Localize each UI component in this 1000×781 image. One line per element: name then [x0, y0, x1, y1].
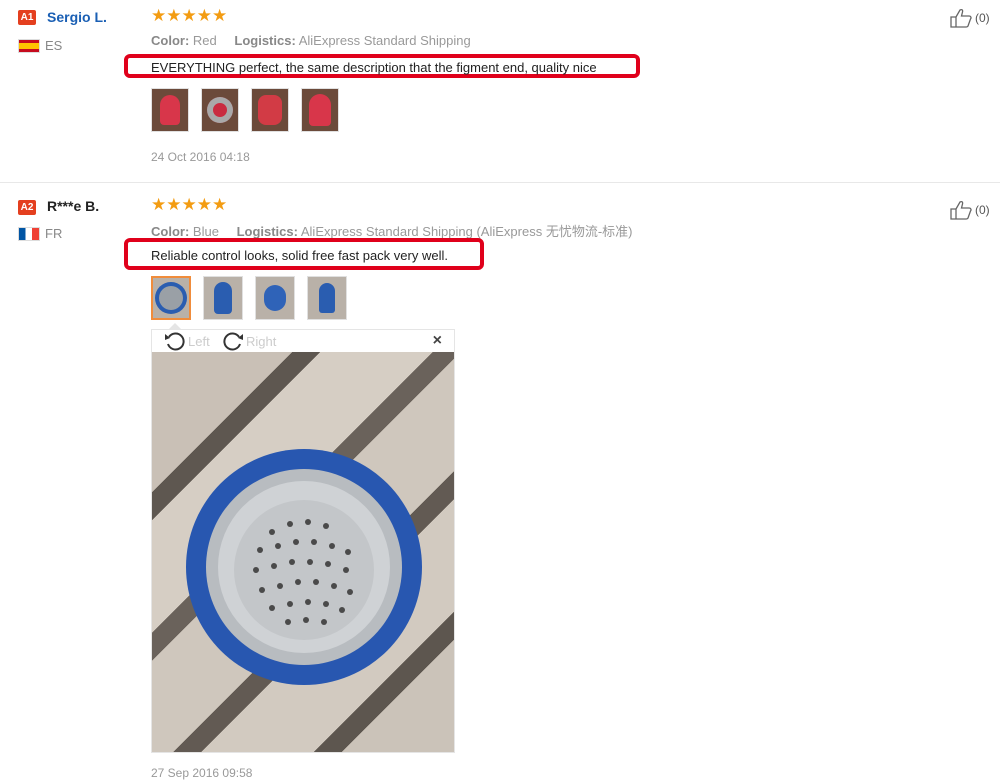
review-item: A1 Sergio L. ES ★★★★★ Color: Red Logisti… — [0, 0, 1000, 183]
spain-flag-icon — [18, 38, 40, 53]
reviewer-name[interactable]: Sergio L. — [47, 9, 107, 25]
reviewer-name: R***e B. — [47, 198, 100, 214]
thumbs-up-icon — [950, 8, 972, 28]
helpful-button[interactable]: (0) — [950, 8, 990, 28]
color-label: Color: — [151, 224, 190, 239]
review-photo-thumb[interactable] — [301, 88, 339, 132]
review-photo-thumb-selected[interactable] — [151, 276, 191, 320]
country-code: ES — [45, 38, 63, 53]
product-photo-image — [186, 449, 422, 685]
review-photo-thumb[interactable] — [307, 276, 347, 320]
logistics-value: AliExpress Standard Shipping (AliExpress… — [300, 224, 633, 239]
review-item: A2 R***e B. FR ★★★★★ Color: Blue Logisti… — [0, 183, 1000, 781]
rotate-right-button[interactable]: Right — [222, 331, 276, 351]
close-icon[interactable]: × — [433, 332, 442, 350]
helpful-count: (0) — [975, 203, 990, 217]
logistics-value: AliExpress Standard Shipping — [298, 33, 471, 48]
color-value: Blue — [192, 224, 219, 239]
rotate-right-label: Right — [246, 333, 277, 349]
reviewer-country: FR — [18, 226, 62, 241]
review-photo-thumb[interactable] — [255, 276, 295, 320]
buyer-level-badge: A1 — [18, 10, 36, 25]
enlarged-review-photo — [152, 352, 454, 752]
review-text: Reliable control looks, solid free fast … — [151, 248, 448, 263]
helpful-count: (0) — [975, 11, 990, 25]
rotate-left-icon — [165, 332, 185, 351]
color-value: Red — [192, 33, 217, 48]
review-photo-thumb[interactable] — [151, 88, 189, 132]
review-text: EVERYTHING perfect, the same description… — [151, 60, 597, 75]
logistics-label: Logistics: — [234, 33, 296, 48]
star-rating: ★★★★★ — [151, 6, 228, 25]
review-photo-thumb[interactable] — [251, 88, 289, 132]
thumbs-up-icon — [950, 200, 972, 220]
buyer-level-badge: A2 — [18, 200, 36, 215]
france-flag-icon — [18, 226, 40, 241]
helpful-button[interactable]: (0) — [950, 200, 990, 220]
rotate-right-icon — [223, 332, 243, 351]
rotate-left-button[interactable]: Left — [164, 331, 210, 351]
reviewer-country: ES — [18, 38, 62, 53]
review-date: 24 Oct 2016 04:18 — [151, 150, 250, 164]
rotate-left-label: Left — [188, 333, 210, 349]
photo-viewer-toolbar: Left Right × — [152, 330, 454, 352]
review-date: 27 Sep 2016 09:58 — [151, 766, 253, 780]
review-photos — [151, 88, 339, 132]
logistics-label: Logistics: — [236, 224, 298, 239]
photo-viewer: Left Right × — [151, 329, 455, 753]
review-photos — [151, 276, 347, 320]
country-code: FR — [45, 226, 63, 241]
review-photo-thumb[interactable] — [201, 88, 239, 132]
review-meta: Color: Red Logistics: AliExpress Standar… — [151, 33, 471, 48]
star-rating: ★★★★★ — [151, 195, 228, 214]
color-label: Color: — [151, 33, 190, 48]
review-photo-thumb[interactable] — [203, 276, 243, 320]
